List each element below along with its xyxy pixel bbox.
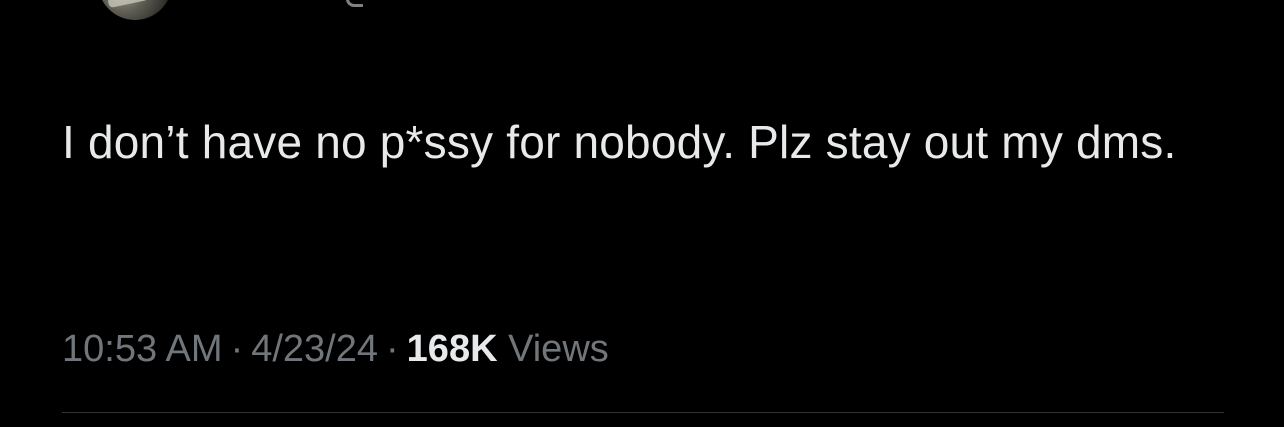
tweet-time[interactable]: 10:53 AM <box>62 328 223 370</box>
divider <box>62 412 1224 413</box>
separator-dot: · <box>230 328 244 370</box>
avatar[interactable] <box>98 0 172 20</box>
views-label[interactable]: Views <box>508 328 609 370</box>
tweet-metadata: 10:53 AM · 4/23/24 · 168K Views <box>62 325 609 373</box>
separator-dot: · <box>386 328 399 370</box>
tweet-date[interactable]: 4/23/24 <box>251 328 378 370</box>
tweet-text: I don’t have no p*ssy for nobody. Plz st… <box>62 116 1177 168</box>
display-name-fragment <box>346 0 363 7</box>
views-count[interactable]: 168K <box>407 328 498 370</box>
